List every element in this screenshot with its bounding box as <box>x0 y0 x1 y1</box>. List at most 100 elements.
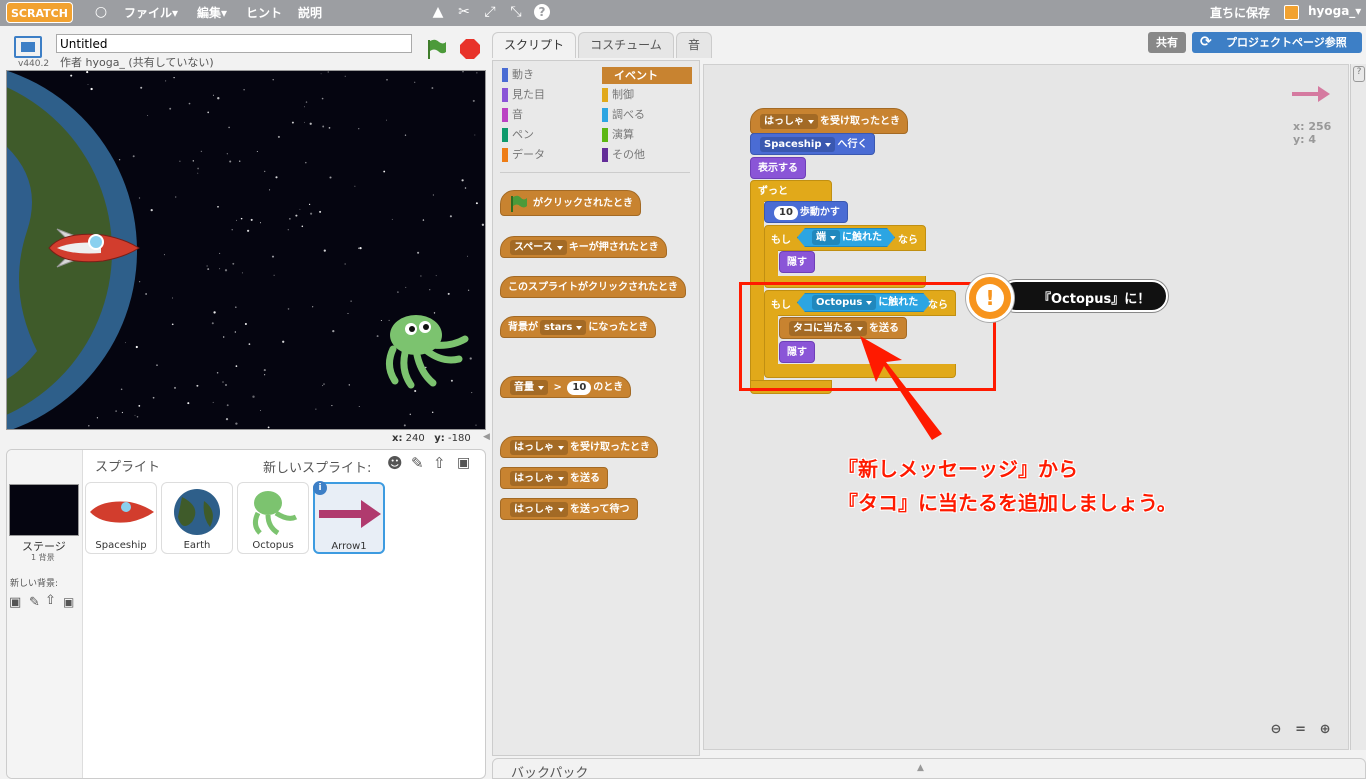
stage-canvas[interactable] <box>6 70 486 430</box>
star <box>235 422 238 425</box>
touching-edge-condition[interactable]: 端に触れた <box>797 228 895 247</box>
script-goto-block[interactable]: Spaceship へ行く <box>750 133 876 155</box>
block-when-backdrop-switches[interactable]: 背景が stars になったとき <box>500 316 657 338</box>
expand-up-icon[interactable]: ▲ <box>917 763 924 773</box>
star <box>431 411 434 414</box>
menu-edit[interactable]: 編集▾ <box>197 4 227 21</box>
octopus-sprite[interactable] <box>381 311 471 391</box>
block-label: 背景が <box>508 322 538 333</box>
shrink-icon[interactable]: ⤡ <box>508 4 524 20</box>
then-label: なら <box>898 235 918 246</box>
sensor-dropdown[interactable]: 音量 <box>510 380 548 395</box>
menu-hint[interactable]: ヒント <box>246 4 282 21</box>
upload-icon[interactable]: ⇧ <box>433 454 446 472</box>
zoom-reset-icon[interactable]: = <box>1291 722 1311 737</box>
message-dropdown[interactable]: はっしゃ <box>510 502 568 517</box>
script-show-block[interactable]: 表示する <box>750 157 806 179</box>
message-dropdown[interactable]: はっしゃ <box>760 114 818 129</box>
duplicate-stamp-icon[interactable]: ▲ <box>430 4 446 20</box>
sprite-thumb-earth[interactable]: Earth <box>161 482 233 554</box>
globe-icon[interactable]: ○ <box>93 4 109 20</box>
cut-scissors-icon[interactable]: ✂ <box>456 4 472 20</box>
message-dropdown[interactable]: はっしゃ <box>510 471 568 486</box>
stage-thumbnail[interactable] <box>9 484 79 536</box>
category-sensing[interactable]: 調べる <box>602 106 645 124</box>
star <box>467 255 469 257</box>
block-when-key-pressed[interactable]: スペース キーが押されたとき <box>500 236 667 258</box>
backdrop-camera-icon[interactable]: ▣ <box>63 595 74 609</box>
menu-about[interactable]: 説明 <box>298 4 322 21</box>
script-forever-block[interactable]: ずっと <box>750 180 832 202</box>
sprite-thumb-spaceship[interactable]: Spaceship <box>85 482 157 554</box>
user-menu[interactable]: hyoga_▾ <box>1308 4 1361 18</box>
scratch-logo[interactable]: SCRATCH <box>6 2 73 23</box>
collapse-stage-arrow-icon[interactable]: ◀ <box>483 432 491 446</box>
star <box>207 111 210 114</box>
message-dropdown[interactable]: はっしゃ <box>510 440 568 455</box>
script-hat-when-receive[interactable]: はっしゃ を受け取ったとき <box>750 108 908 134</box>
star <box>332 329 335 333</box>
user-avatar-icon[interactable] <box>1284 5 1299 20</box>
category-more[interactable]: その他 <box>602 146 645 164</box>
tab-sounds[interactable]: 音 <box>676 32 712 58</box>
backdrop-paint-icon[interactable]: ✎ <box>29 595 40 610</box>
zoom-in-icon[interactable]: ⊕ <box>1315 722 1335 737</box>
block-broadcast-and-wait[interactable]: はっしゃ を送って待つ <box>500 498 638 520</box>
grow-icon[interactable]: ⤢ <box>482 4 498 20</box>
project-title-input[interactable] <box>56 34 412 53</box>
save-now-link[interactable]: 直ちに保存 <box>1210 4 1270 21</box>
block-broadcast[interactable]: はっしゃ を送る <box>500 467 608 489</box>
star <box>213 311 216 314</box>
category-events[interactable]: イベント <box>602 67 692 84</box>
category-operators[interactable]: 演算 <box>602 126 634 144</box>
help-icon[interactable]: ? <box>1353 66 1365 82</box>
category-control[interactable]: 制御 <box>602 86 634 104</box>
block-label: キーが押されたとき <box>568 242 659 253</box>
backpack-bar[interactable]: バックパック ▲ <box>492 758 1366 779</box>
star <box>385 119 388 121</box>
script-hide-block[interactable]: 隠す <box>779 251 815 273</box>
sprite-library-icon[interactable]: ☻ <box>387 454 403 472</box>
star <box>277 135 280 138</box>
menu-file[interactable]: ファイル▾ <box>124 4 178 21</box>
spaceship-sprite[interactable] <box>43 217 143 279</box>
see-project-page-button[interactable]: ⟳ プロジェクトページ参照 <box>1192 32 1362 53</box>
help-icon[interactable]: ? <box>534 4 550 20</box>
backdrop-dropdown[interactable]: stars <box>540 320 587 335</box>
loudness-value[interactable]: 10 <box>567 381 592 395</box>
stop-sign-icon[interactable] <box>459 38 481 60</box>
block-when-sprite-clicked[interactable]: このスプライトがクリックされたとき <box>500 276 686 298</box>
key-dropdown[interactable]: スペース <box>510 240 567 255</box>
block-when-flag-clicked[interactable]: がクリックされたとき <box>500 190 641 216</box>
script-scrollbar[interactable] <box>1350 64 1366 750</box>
block-label: を受け取ったとき <box>820 116 900 127</box>
zoom-out-icon[interactable]: ⊖ <box>1266 722 1286 737</box>
star <box>169 107 172 110</box>
tab-scripts[interactable]: スクリプト <box>492 32 576 58</box>
block-when-receive[interactable]: はっしゃ を受け取ったとき <box>500 436 658 458</box>
script-move-block[interactable]: 10 歩動かす <box>764 201 848 223</box>
share-button[interactable]: 共有 <box>1148 32 1186 53</box>
paint-brush-icon[interactable]: ✎ <box>411 454 424 472</box>
category-looks[interactable]: 見た目 <box>502 86 545 104</box>
category-data[interactable]: データ <box>502 146 545 164</box>
category-pen[interactable]: ペン <box>502 126 534 144</box>
tab-costumes[interactable]: コスチューム <box>578 32 674 58</box>
octopus-thumb-icon <box>252 491 298 536</box>
block-when-loudness[interactable]: 音量 > 10 のとき <box>500 376 632 398</box>
category-motion[interactable]: 動き <box>502 66 534 84</box>
star <box>447 292 450 295</box>
backdrop-upload-icon[interactable]: ⇧ <box>45 593 56 608</box>
steps-input[interactable]: 10 <box>774 206 798 220</box>
touch-target-dropdown[interactable]: 端 <box>812 230 840 245</box>
category-sound[interactable]: 音 <box>502 106 523 124</box>
sprite-thumb-octopus[interactable]: Octopus <box>237 482 309 554</box>
info-icon[interactable]: i <box>313 481 327 495</box>
fullscreen-icon[interactable] <box>14 36 42 58</box>
star <box>323 249 326 252</box>
target-dropdown[interactable]: Spaceship <box>760 137 836 152</box>
backdrop-library-icon[interactable]: ▣ <box>9 595 21 610</box>
star <box>271 255 275 258</box>
camera-icon[interactable]: ▣ <box>457 455 470 471</box>
green-flag-icon[interactable] <box>425 38 447 60</box>
